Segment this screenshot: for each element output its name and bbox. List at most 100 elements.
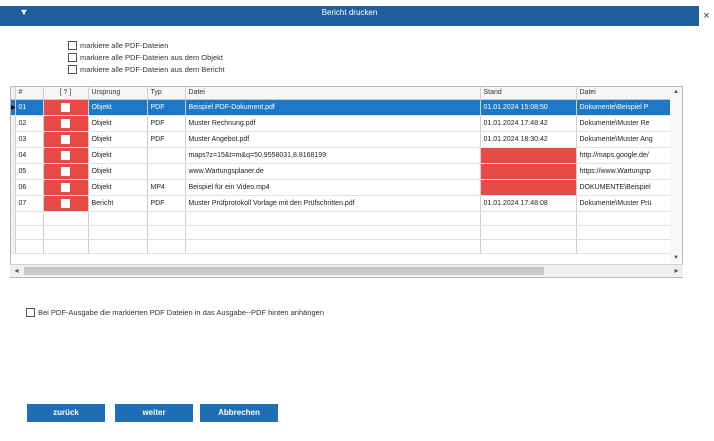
option-label: Bei PDF-Ausgabe die markierten PDF Datei…: [38, 308, 324, 317]
mark-checkbox[interactable]: [61, 150, 70, 160]
option-mark-report-pdf[interactable]: markiere alle PDF-Dateien aus dem Berich…: [68, 64, 225, 75]
cell-number: 03: [15, 131, 44, 148]
cell-mark: [43, 195, 89, 212]
table-header-row: # [ ? ] Ursprung Typ Datei Stand Datei: [11, 87, 682, 100]
empty-cell: [185, 211, 481, 226]
empty-row: [11, 239, 682, 254]
cell-type: [147, 163, 186, 180]
table-row[interactable]: 05 Objekt www.Wartungsplaner.de https://www…: [11, 163, 682, 180]
empty-cell: [147, 239, 186, 254]
vertical-scrollbar[interactable]: ▲ ▼: [670, 87, 682, 263]
empty-cell: [43, 239, 89, 254]
option-label: markiere alle PDF-Dateien aus dem Objekt: [80, 53, 223, 62]
column-header-type[interactable]: Typ: [147, 87, 186, 100]
column-header-number[interactable]: #: [15, 87, 44, 100]
mark-checkbox[interactable]: [61, 198, 70, 208]
empty-cell: [43, 225, 89, 240]
next-button[interactable]: weiter: [115, 404, 193, 422]
table-row[interactable]: 07 Bericht PDF Muster Prüfprotokoll Vorlage…: [11, 195, 682, 212]
cell-stand: 01.01.2024 18:30:42: [480, 131, 577, 148]
checkbox[interactable]: [68, 65, 77, 74]
column-header-file[interactable]: Datei: [185, 87, 481, 100]
empty-cell: [576, 225, 682, 240]
empty-cell: [15, 211, 44, 226]
mark-checkbox[interactable]: [61, 134, 70, 144]
cell-origin: Bericht: [88, 195, 148, 212]
cell-type: PDF: [147, 99, 186, 116]
option-mark-all-pdf[interactable]: markiere alle PDF-Dateien: [68, 40, 168, 51]
column-header-stand[interactable]: Stand: [480, 87, 577, 100]
table-row[interactable]: 03 Objekt PDF Muster Angebot.pdf 01.01.2024 …: [11, 131, 682, 148]
cell-file: maps?z=15&t=m&q=50.9558031,8.8168199: [185, 147, 481, 164]
empty-cell: [185, 225, 481, 240]
column-header-path[interactable]: Datei: [576, 87, 682, 100]
cell-path: Dokumente\Beispiel P: [576, 99, 682, 116]
cancel-button[interactable]: Abbrechen: [200, 404, 278, 422]
empty-cell: [185, 239, 481, 254]
cell-mark: [43, 131, 89, 148]
column-header-origin[interactable]: Ursprung: [88, 87, 148, 100]
file-grid[interactable]: # [ ? ] Ursprung Typ Datei Stand Datei ▶…: [10, 86, 683, 278]
cell-origin: Objekt: [88, 163, 148, 180]
table-row[interactable]: 04 Objekt maps?z=15&t=m&q=50.9558031,8.816…: [11, 147, 682, 164]
column-header-mark[interactable]: [ ? ]: [43, 87, 89, 100]
row-pointer-icon: ▶: [11, 105, 14, 111]
mark-checkbox[interactable]: [61, 102, 70, 112]
checkbox[interactable]: [26, 308, 35, 317]
table-row[interactable]: 02 Objekt PDF Muster Rechnung.pdf 01.01.2024…: [11, 115, 682, 132]
scroll-up-icon[interactable]: ▲: [670, 87, 682, 97]
cell-file: Beispiel PDF-Dokument.pdf: [185, 99, 481, 116]
cell-file: www.Wartungsplaner.de: [185, 163, 481, 180]
cell-path: http://maps.google.de/: [576, 147, 682, 164]
scrollbar-thumb[interactable]: [24, 267, 544, 275]
cell-mark: [43, 99, 89, 116]
cell-stand: [480, 179, 577, 196]
window-title: Bericht drucken: [321, 8, 378, 17]
empty-cell: [576, 211, 682, 226]
empty-cell: [15, 239, 44, 254]
cell-path: Dokumente\Muster Ang: [576, 131, 682, 148]
cell-path: DOKUMENTE\Beispiel: [576, 179, 682, 196]
cell-file: Muster Rechnung.pdf: [185, 115, 481, 132]
empty-cell: [88, 225, 148, 240]
cell-number: 07: [15, 195, 44, 212]
checkbox[interactable]: [68, 41, 77, 50]
scroll-left-icon[interactable]: ◂: [10, 265, 23, 277]
cell-stand: 01.01.2024 17:48:42: [480, 115, 577, 132]
horizontal-scrollbar[interactable]: ◂ ▸: [10, 264, 683, 277]
checkbox[interactable]: [68, 53, 77, 62]
cell-origin: Objekt: [88, 99, 148, 116]
scroll-down-icon[interactable]: ▼: [670, 253, 682, 263]
cell-path: Dokumente\Muster Re: [576, 115, 682, 132]
table-row[interactable]: 06 Objekt MP4 Beispiel für ein Video.mp4 DOK…: [11, 179, 682, 196]
cell-mark: [43, 147, 89, 164]
option-label: markiere alle PDF-Dateien aus dem Berich…: [80, 65, 225, 74]
cell-file: Muster Prüfprotokoll Vorlage mit den Prü…: [185, 195, 481, 212]
empty-cell: [147, 225, 186, 240]
cell-stand: [480, 147, 577, 164]
empty-cell: [480, 225, 577, 240]
empty-cell: [480, 239, 577, 254]
cell-file: Beispiel für ein Video.mp4: [185, 179, 481, 196]
back-button[interactable]: zurück: [27, 404, 105, 422]
cell-file: Muster Angebot.pdf: [185, 131, 481, 148]
option-label: markiere alle PDF-Dateien: [80, 41, 169, 50]
mark-checkbox[interactable]: [61, 166, 70, 176]
option-mark-object-pdf[interactable]: markiere alle PDF-Dateien aus dem Objekt: [68, 52, 223, 63]
mark-checkbox[interactable]: [61, 182, 70, 192]
scroll-right-icon[interactable]: ▸: [670, 265, 683, 277]
cell-mark: [43, 115, 89, 132]
cell-type: [147, 147, 186, 164]
close-button[interactable]: ×: [699, 6, 714, 26]
cell-origin: Objekt: [88, 115, 148, 132]
empty-row: [11, 225, 682, 240]
cell-stand: [480, 163, 577, 180]
table-row[interactable]: ▶01 ObjektPDFBeispiel PDF-Dokument.pdf01.…: [11, 99, 682, 116]
cell-number: 01: [15, 99, 44, 116]
file-table: # [ ? ] Ursprung Typ Datei Stand Datei ▶…: [11, 87, 682, 254]
cell-number: 04: [15, 147, 44, 164]
mark-checkbox[interactable]: [61, 118, 70, 128]
cell-number: 02: [15, 115, 44, 132]
empty-cell: [15, 225, 44, 240]
option-append-pdf[interactable]: Bei PDF-Ausgabe die markierten PDF Datei…: [26, 308, 324, 317]
